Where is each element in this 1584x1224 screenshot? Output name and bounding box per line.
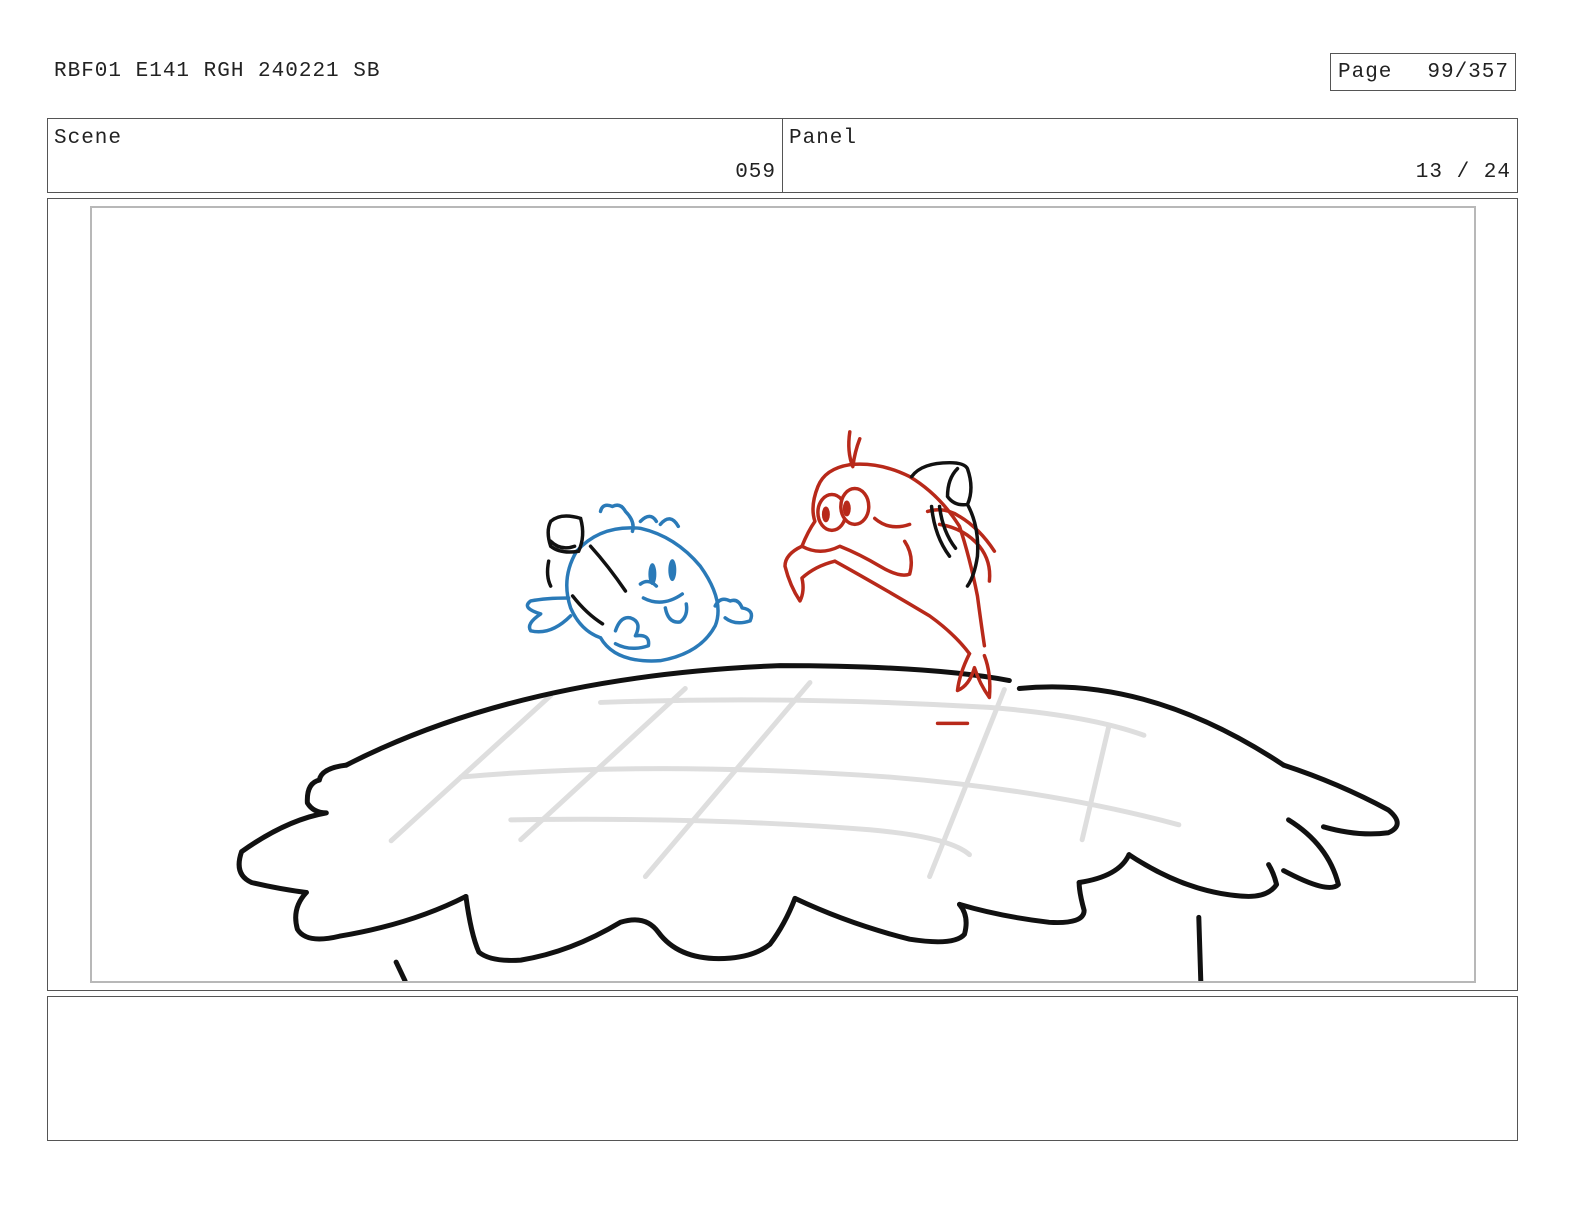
page-label: Page [1338,60,1393,84]
scene-value: 059 [735,161,776,184]
red-fish-accents [909,460,980,588]
page-counter: Page 99/357 [1330,53,1516,91]
panel-label: Panel [789,127,858,150]
panel-cell: Panel 13 / 24 [782,119,1517,192]
notes-box [47,996,1518,1141]
info-row: Scene 059 Panel 13 / 24 [47,118,1518,193]
blue-fish [525,503,754,663]
document-title: RBF01 E141 RGH 240221 SB [54,60,381,83]
red-fish [783,430,997,726]
red-fish-eyes [816,486,871,533]
panel-drawing [236,430,1400,981]
scene-cell: Scene 059 [48,119,782,192]
scene-label: Scene [54,127,123,150]
blue-fish-eyes [648,559,677,586]
panel-value: 13 / 24 [1415,161,1511,184]
blue-fish-accents [545,514,628,626]
pie-lattice [388,680,1182,880]
page-value: 99/357 [1427,60,1509,84]
storyboard-panel [90,206,1476,983]
